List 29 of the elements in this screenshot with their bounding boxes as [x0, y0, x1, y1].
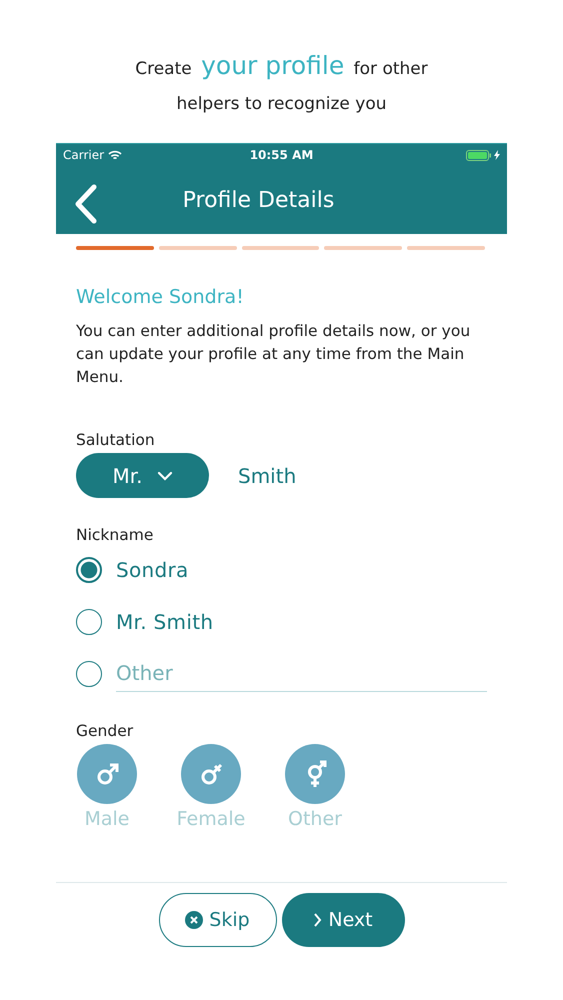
- welcome-heading: Welcome Sondra!: [76, 286, 245, 308]
- carrier-label: Carrier: [63, 148, 104, 162]
- last-name: Smith: [238, 464, 296, 488]
- back-icon[interactable]: [74, 184, 98, 224]
- gender-label: Male: [84, 808, 130, 830]
- battery-icon: [466, 150, 492, 160]
- chevron-right-icon: [313, 912, 322, 928]
- option-label[interactable]: Mr. Smith: [116, 610, 214, 634]
- salutation-label: Salutation: [76, 431, 156, 449]
- screen-title: Profile Details: [182, 188, 336, 212]
- status-time: 10:55 AM: [250, 148, 314, 162]
- welcome-text: You can enter additional profile details now, or you can update your profile at any time from the Main Menu.: [76, 321, 472, 388]
- charging-icon: [494, 150, 500, 160]
- radio-button[interactable]: [76, 557, 102, 583]
- close-icon: [185, 911, 204, 929]
- salutation-dropdown[interactable]: Mr.: [76, 453, 209, 498]
- intro-text: helpers to recognize you: [176, 93, 387, 116]
- gender-label: Gender: [76, 722, 134, 740]
- next-button[interactable]: Next: [282, 893, 404, 947]
- chevron-down-icon: [156, 470, 172, 480]
- radio-button[interactable]: [76, 609, 102, 635]
- wifi-icon: [108, 150, 122, 160]
- skip-button[interactable]: Skip: [158, 893, 276, 947]
- option-label[interactable]: Sondra: [116, 558, 189, 582]
- gender-label: Other: [288, 808, 342, 830]
- nickname-label: Nickname: [76, 526, 154, 544]
- radio-button[interactable]: [76, 661, 102, 687]
- gender-label: Female: [176, 808, 246, 830]
- intro-text: Create your profile for other: [135, 51, 428, 81]
